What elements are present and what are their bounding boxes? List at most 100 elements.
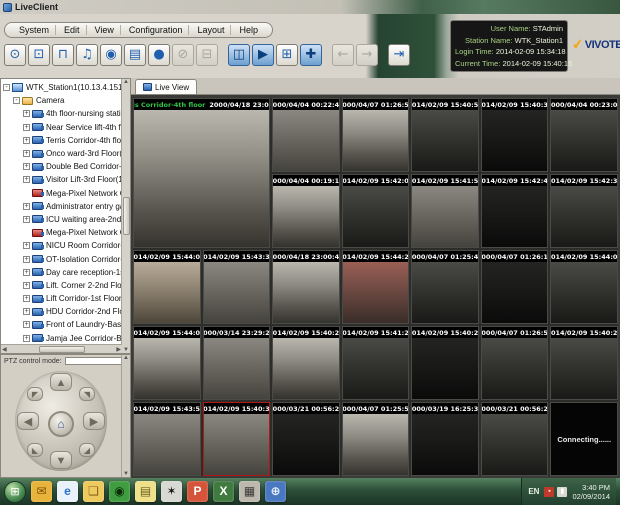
expand-icon[interactable]: +: [23, 163, 30, 170]
scrollbar-thumb[interactable]: [39, 346, 85, 353]
video-cell[interactable]: 2000/03/21 00:56:25: [272, 402, 340, 476]
expand-icon[interactable]: +: [23, 295, 30, 302]
expand-icon[interactable]: +: [23, 321, 30, 328]
folder-icon[interactable]: ❏: [83, 481, 104, 502]
fullscreen-button[interactable]: ✚: [300, 44, 322, 66]
menu-item-help[interactable]: Help: [233, 25, 264, 35]
expand-icon[interactable]: +: [23, 269, 30, 276]
video-cell[interactable]: 2000/03/14 23:29:28: [203, 326, 271, 400]
expand-icon[interactable]: +: [23, 110, 30, 117]
video-cell[interactable]: 2014/02/09 15:43:32: [203, 250, 271, 324]
scroll-right-icon[interactable]: ▶: [116, 346, 121, 353]
excel-icon[interactable]: X: [213, 481, 234, 502]
expand-icon[interactable]: +: [23, 256, 30, 263]
power-button[interactable]: ⊙: [4, 44, 26, 66]
ptz-down-button[interactable]: ▼: [50, 451, 72, 469]
video-cell[interactable]: 2014/02/09 15:41:53: [411, 174, 479, 248]
scroll-down-icon[interactable]: ▼: [123, 471, 129, 477]
scroll-up-icon[interactable]: ▲: [123, 355, 129, 361]
device-app-icon[interactable]: ▦: [239, 481, 260, 502]
ptz-left-button[interactable]: ◀: [17, 412, 39, 430]
tray-battery-icon[interactable]: ▮: [557, 487, 567, 497]
ptz-home-button[interactable]: ⌂: [48, 411, 74, 437]
tree-camera-item[interactable]: +Front of Laundry-Basement: [3, 318, 130, 331]
print-button[interactable]: ▤: [124, 44, 146, 66]
video-cell[interactable]: 2014/02/09 15:43:51: [133, 402, 201, 476]
powerpoint-icon[interactable]: P: [187, 481, 208, 502]
expand-icon[interactable]: +: [23, 124, 30, 131]
collapse-icon[interactable]: -: [13, 97, 20, 104]
expand-icon[interactable]: +: [23, 242, 30, 249]
tree-camera-item[interactable]: +HDU Corridor-2nd Floor(10.: [3, 305, 130, 318]
video-cell[interactable]: 2000/04/07 01:26:59: [481, 326, 549, 400]
expand-icon[interactable]: +: [23, 335, 30, 342]
expand-icon[interactable]: +: [23, 308, 30, 315]
display-settings-button[interactable]: ⊡: [28, 44, 50, 66]
video-cell[interactable]: 2014/02/09 15:44:05: [133, 250, 201, 324]
video-cell[interactable]: 2000/04/07 01:25:46: [411, 250, 479, 324]
playback-button[interactable]: ▶: [252, 44, 274, 66]
ptz-down-left-button[interactable]: ◣: [27, 443, 43, 457]
ptz-down-right-button[interactable]: ◢: [79, 443, 95, 457]
expand-icon[interactable]: +: [23, 216, 30, 223]
grid-layout-button[interactable]: ⊞: [276, 44, 298, 66]
utility-app-icon[interactable]: ✶: [161, 481, 182, 502]
video-cell[interactable]: 2014/02/09 15:42:44: [481, 174, 549, 248]
audio-button[interactable]: ♫: [76, 44, 98, 66]
video-cell[interactable]: 2014/02/09 15:44:02: [133, 326, 201, 400]
record-button[interactable]: ●: [148, 44, 170, 66]
tree-root-station[interactable]: - WTK_Station1(10.13.4.151): [3, 81, 130, 94]
tree-camera-item[interactable]: +Terris Corridor-4th floor(10: [3, 134, 130, 147]
tree-camera-item[interactable]: +Mega-Pixel Network Camera: [3, 187, 130, 200]
menu-item-view[interactable]: View: [89, 25, 121, 35]
tree-camera-item[interactable]: +OT-Isolation Corridor-2nd Fl: [3, 252, 130, 265]
tree-camera-item[interactable]: +Visitor Lift-3rd Floor(10.13.: [3, 173, 130, 186]
video-cell[interactable]: 2014/02/09 15:44:26: [342, 250, 410, 324]
video-cell[interactable]: 2000/04/07 01:26:16: [481, 250, 549, 324]
video-cell[interactable]: 2014/02/09 15:40:29: [272, 326, 340, 400]
tree-camera-item[interactable]: +NICU Room Corridor-1st Floo: [3, 239, 130, 252]
video-cell[interactable]: 2014/02/09 15:42:34: [550, 174, 618, 248]
tree-vertical-scrollbar[interactable]: ▲ ▼: [121, 79, 130, 353]
tree-camera-item[interactable]: +Jamja Jee Corridor-Baseme: [3, 332, 130, 345]
ptz-vertical-scrollbar[interactable]: ▲ ▼: [121, 355, 130, 477]
video-cell[interactable]: 2014/02/09 15:40:31: [481, 98, 549, 172]
video-cell[interactable]: Connecting......: [550, 402, 618, 476]
ptz-up-button[interactable]: ▲: [50, 373, 72, 391]
video-cell[interactable]: 2000/03/19 16:25:35: [411, 402, 479, 476]
video-cell[interactable]: 2014/02/09 15:42:05: [342, 174, 410, 248]
scroll-down-icon[interactable]: ▼: [123, 347, 129, 353]
tree-horizontal-scrollbar[interactable]: ◀ ▶: [1, 344, 122, 353]
tree-folder-camera[interactable]: - Camera: [3, 94, 130, 107]
tree-camera-item[interactable]: +Mega-Pixel Network Camera: [3, 226, 130, 239]
video-cell[interactable]: 2000/04/18 23:00:42: [272, 250, 340, 324]
tree-camera-item[interactable]: +Double Bed Corridor-3rd Flc: [3, 160, 130, 173]
tree-camera-item[interactable]: +Lift. Corner 2-2nd Floor(10.: [3, 279, 130, 292]
network-app-icon[interactable]: ⊕: [265, 481, 286, 502]
video-cell[interactable]: 2014/02/09 15:41:27: [342, 326, 410, 400]
scroll-left-icon[interactable]: ◀: [2, 346, 7, 353]
expand-icon[interactable]: +: [23, 282, 30, 289]
video-cell[interactable]: 2000/04/07 01:25:51: [342, 402, 410, 476]
tree-camera-item[interactable]: +4th floor-nursing station(10: [3, 107, 130, 120]
menu-item-system[interactable]: System: [13, 25, 56, 35]
video-cell[interactable]: Terris Corridor-4th floor2000/04/18 23:0…: [133, 98, 270, 248]
menu-item-edit[interactable]: Edit: [58, 25, 87, 35]
menu-item-layout[interactable]: Layout: [191, 25, 231, 35]
scroll-up-icon[interactable]: ▲: [123, 79, 129, 85]
scrollbar-thumb[interactable]: [123, 197, 130, 235]
video-cell[interactable]: 2000/04/07 01:26:53: [342, 98, 410, 172]
tree-camera-item[interactable]: +Administrator entry gate-1s: [3, 200, 130, 213]
exit-button[interactable]: ⇥: [388, 44, 410, 66]
tree-camera-item[interactable]: +ICU waiting area-2nd floor(: [3, 213, 130, 226]
lock-button[interactable]: ⊓: [52, 44, 74, 66]
ptz-up-right-button[interactable]: ◥: [79, 387, 95, 401]
media-viewer-icon[interactable]: ◉: [109, 481, 130, 502]
layout-split-button[interactable]: ◫: [228, 44, 250, 66]
tree-camera-item[interactable]: +Onco ward-3rd Floor(10.13: [3, 147, 130, 160]
snapshot-button[interactable]: ◉: [100, 44, 122, 66]
ptz-right-button[interactable]: ▶: [83, 412, 105, 430]
mail-app-icon[interactable]: ✉: [31, 481, 52, 502]
video-cell[interactable]: 2014/02/09 15:40:26: [411, 326, 479, 400]
start-button[interactable]: ⊞: [4, 481, 26, 503]
